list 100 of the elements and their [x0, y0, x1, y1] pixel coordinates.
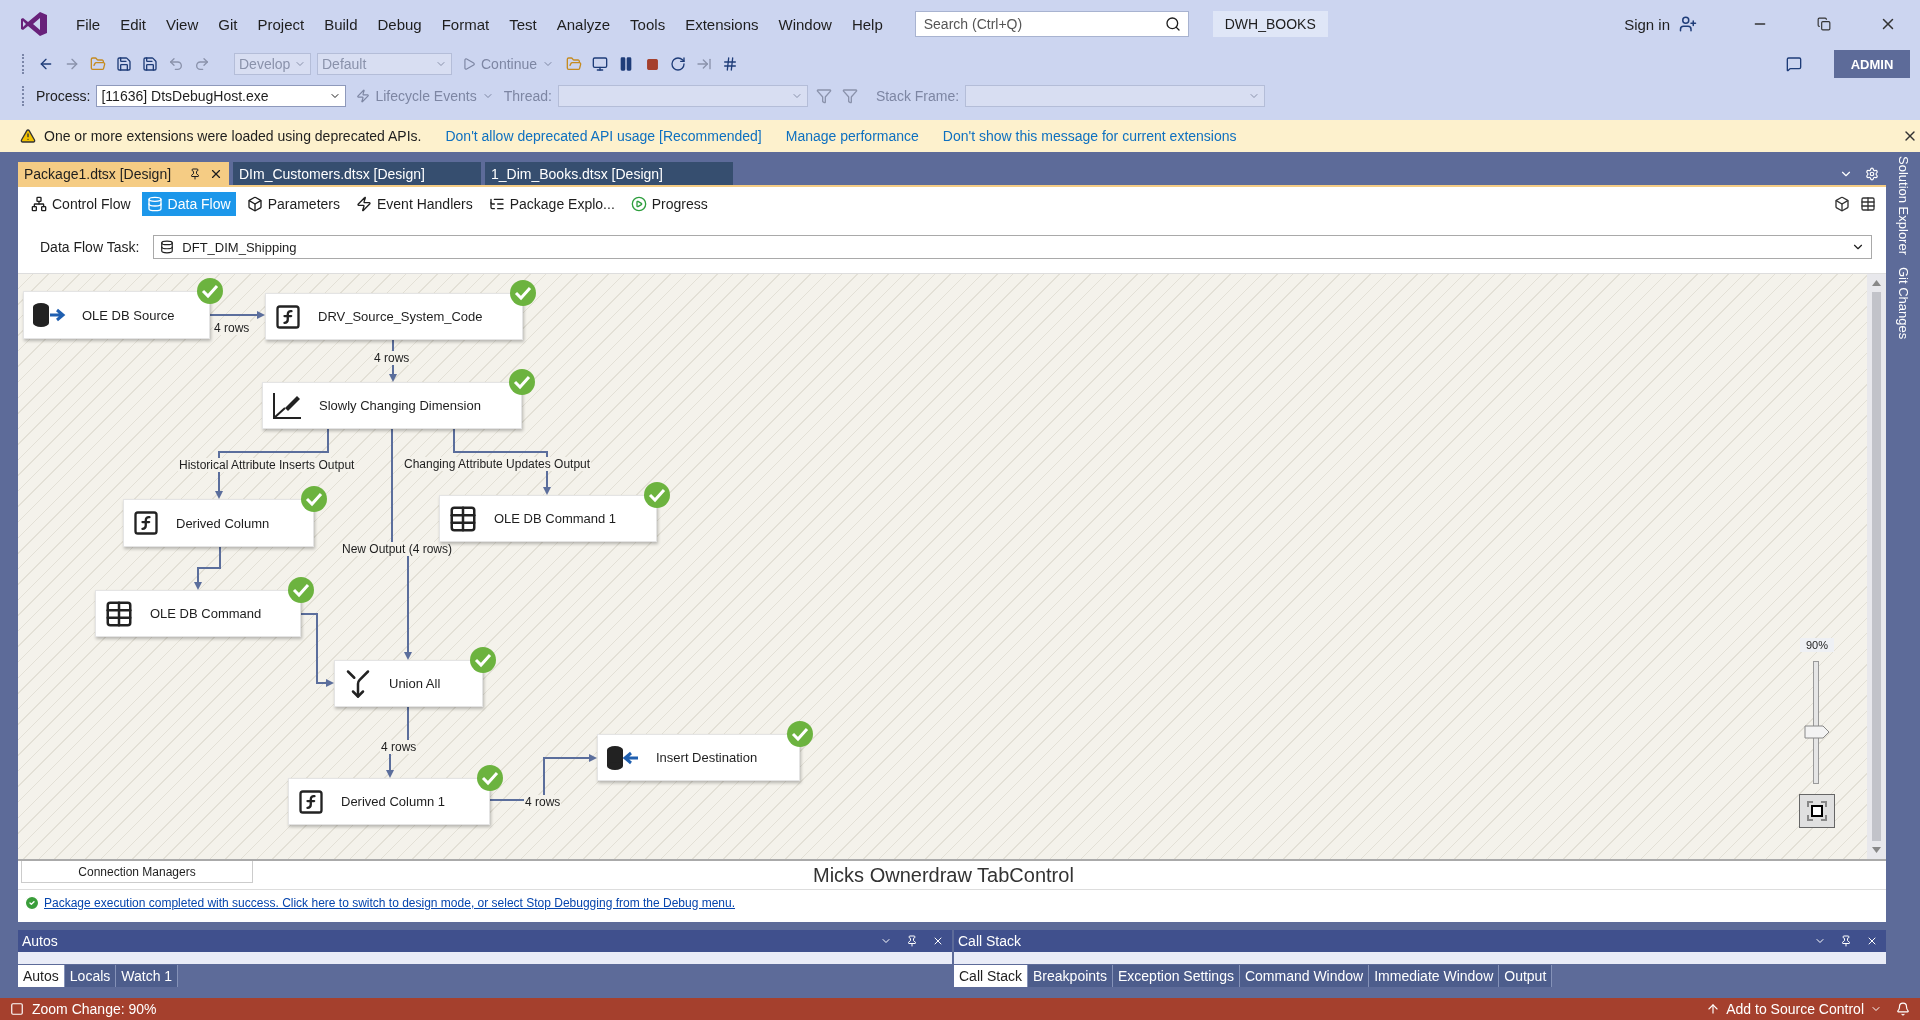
database-arrow-icon	[606, 744, 640, 771]
slider-thumb[interactable]	[1804, 725, 1830, 740]
up-arrow-icon	[1706, 1002, 1721, 1016]
designer-tab[interactable]: Package Explo...	[483, 192, 620, 216]
function-icon	[274, 302, 302, 331]
side-tab[interactable]: Git Changes	[1895, 267, 1911, 340]
menu-item[interactable]: Git	[208, 12, 248, 36]
box-icon	[246, 196, 263, 212]
sign-in-link[interactable]: Sign in	[1624, 15, 1670, 33]
task-node[interactable]: Derived Column 1	[288, 778, 490, 825]
stack-frame-label: Stack Frame:	[875, 88, 960, 104]
designer-tab[interactable]: Event Handlers	[351, 192, 478, 216]
chart-pencil-icon	[271, 390, 303, 421]
scrollbar[interactable]	[1867, 274, 1886, 859]
path-label: 4 rows	[213, 321, 251, 335]
database-icon	[160, 240, 175, 254]
path-label: 4 rows	[373, 351, 411, 365]
menu-item[interactable]: Help	[841, 12, 893, 36]
zoom-fit-button[interactable]	[1799, 794, 1835, 828]
menu-item[interactable]: Project	[247, 12, 315, 36]
save-all-icon[interactable]	[140, 54, 160, 74]
task-node[interactable]: Union All	[334, 660, 483, 707]
designer-tab[interactable]: Parameters	[241, 192, 345, 216]
warning-icon	[18, 126, 38, 146]
table-icon[interactable]	[1858, 194, 1878, 214]
database-arrow-icon	[32, 302, 66, 328]
box-icon[interactable]	[1832, 194, 1852, 214]
task-node[interactable]: Insert Destination	[597, 734, 800, 781]
user-plus-icon[interactable]	[1678, 14, 1698, 34]
menu-item[interactable]: Build	[314, 12, 368, 36]
search-icon	[1164, 16, 1181, 32]
up-arrow-icon	[1872, 280, 1881, 286]
path-label: Changing Attribute Updates Output	[403, 457, 592, 471]
database-icon	[146, 196, 163, 212]
menu-item[interactable]: Tools	[620, 12, 676, 36]
process-dropdown[interactable]: [11636] DtsDebugHost.exe	[96, 85, 347, 107]
menu-item[interactable]: Debug	[367, 12, 432, 36]
play-icon	[630, 196, 647, 212]
menu-item[interactable]: Analyze	[546, 12, 621, 36]
path-label: New Output (4 rows)	[341, 542, 454, 556]
menu-item[interactable]: Edit	[110, 12, 157, 36]
connection-managers-tab[interactable]: Connection Managers	[21, 861, 253, 883]
panel-tab[interactable]: Immediate Window	[1369, 965, 1500, 987]
panel-title: Call Stack	[958, 933, 1023, 949]
account-button[interactable]: ADMIN	[1834, 50, 1910, 78]
info-link[interactable]: Don't show this message for current extensions	[942, 128, 1237, 144]
flow-icon	[31, 196, 47, 212]
success-icon	[24, 894, 40, 911]
menu-item[interactable]: Format	[431, 12, 500, 36]
down-arrow-icon	[1872, 847, 1881, 853]
menu-item[interactable]: Test	[499, 12, 547, 36]
lightning-icon	[356, 89, 371, 103]
process-label: Process:	[36, 88, 91, 104]
solution-name: DWH_BOOKS	[1212, 11, 1328, 37]
document-tab[interactable]: Package1.dtsx [Design]	[18, 162, 229, 185]
data-flow-task-label: Data Flow Task:	[40, 239, 140, 255]
panel-tab[interactable]: Breakpoints	[1028, 965, 1113, 987]
panel-tab[interactable]: Call Stack	[954, 965, 1029, 987]
tab-control-caption: Micks Ownerdraw TabControl	[813, 864, 1074, 887]
task-node[interactable]: OLE DB Source	[23, 291, 210, 339]
data-flow-task-dropdown[interactable]: DFT_DIM_Shipping	[153, 235, 1872, 259]
lightning-icon	[356, 196, 372, 212]
designer-tab[interactable]: Control Flow	[26, 192, 136, 216]
panel-tab[interactable]: Output	[1499, 965, 1553, 987]
source-control-button[interactable]: Add to Source Control	[1700, 1000, 1888, 1018]
fit-icon	[1806, 800, 1828, 822]
path-label: 4 rows	[380, 740, 418, 754]
play-icon	[462, 57, 476, 71]
path-label: 4 rows	[524, 795, 562, 809]
panel-tab[interactable]: Locals	[64, 965, 117, 987]
notification-icon[interactable]	[1896, 1002, 1910, 1016]
connector-arrow	[194, 546, 221, 590]
task-node[interactable]: OLE DB Command 1	[439, 495, 657, 542]
panel-tab[interactable]: Exception Settings	[1112, 965, 1240, 987]
menu-item[interactable]: Extensions	[675, 12, 769, 36]
tree-icon	[488, 196, 505, 212]
info-link[interactable]: Manage performance	[785, 128, 919, 144]
designer-tab[interactable]: Progress	[625, 192, 713, 216]
document-tab[interactable]: DIm_Customers.dtsx [Design]	[233, 162, 481, 185]
menu-item[interactable]: File	[66, 12, 111, 36]
execution-message-link[interactable]: Package execution completed with success. Click here to switch to design mode, or select Stop Debugging from the Debug menu.	[44, 895, 736, 910]
panel-tab[interactable]: Command Window	[1239, 965, 1370, 987]
feedback-icon[interactable]	[1784, 54, 1804, 74]
panel-tab[interactable]: Watch 1	[116, 965, 179, 987]
panel-tab[interactable]: Autos	[18, 965, 65, 987]
info-link[interactable]: Don't allow deprecated API usage [Recommended]	[445, 128, 762, 144]
task-node[interactable]: DRV_Source_System_Code	[265, 293, 523, 340]
thread-label: Thread:	[503, 88, 552, 104]
search-field[interactable]: Search (Ctrl+Q)	[914, 11, 1189, 37]
save-icon[interactable]	[114, 54, 134, 74]
task-node[interactable]: Derived Column	[123, 499, 314, 547]
task-node[interactable]: OLE DB Command	[95, 590, 301, 637]
side-tab[interactable]: Solution Explorer	[1895, 156, 1911, 255]
document-tab[interactable]: 1_Dim_Books.dtsx [Design]	[485, 162, 733, 185]
task-node[interactable]: Slowly Changing Dimension	[262, 382, 522, 429]
status-icon	[10, 1002, 24, 1016]
status-message: Zoom Change: 90%	[32, 1001, 157, 1017]
menu-item[interactable]: View	[156, 12, 209, 36]
info-message: One or more extensions were loaded using deprecated APIs.	[44, 128, 422, 144]
menu-item[interactable]: Window	[768, 12, 842, 36]
